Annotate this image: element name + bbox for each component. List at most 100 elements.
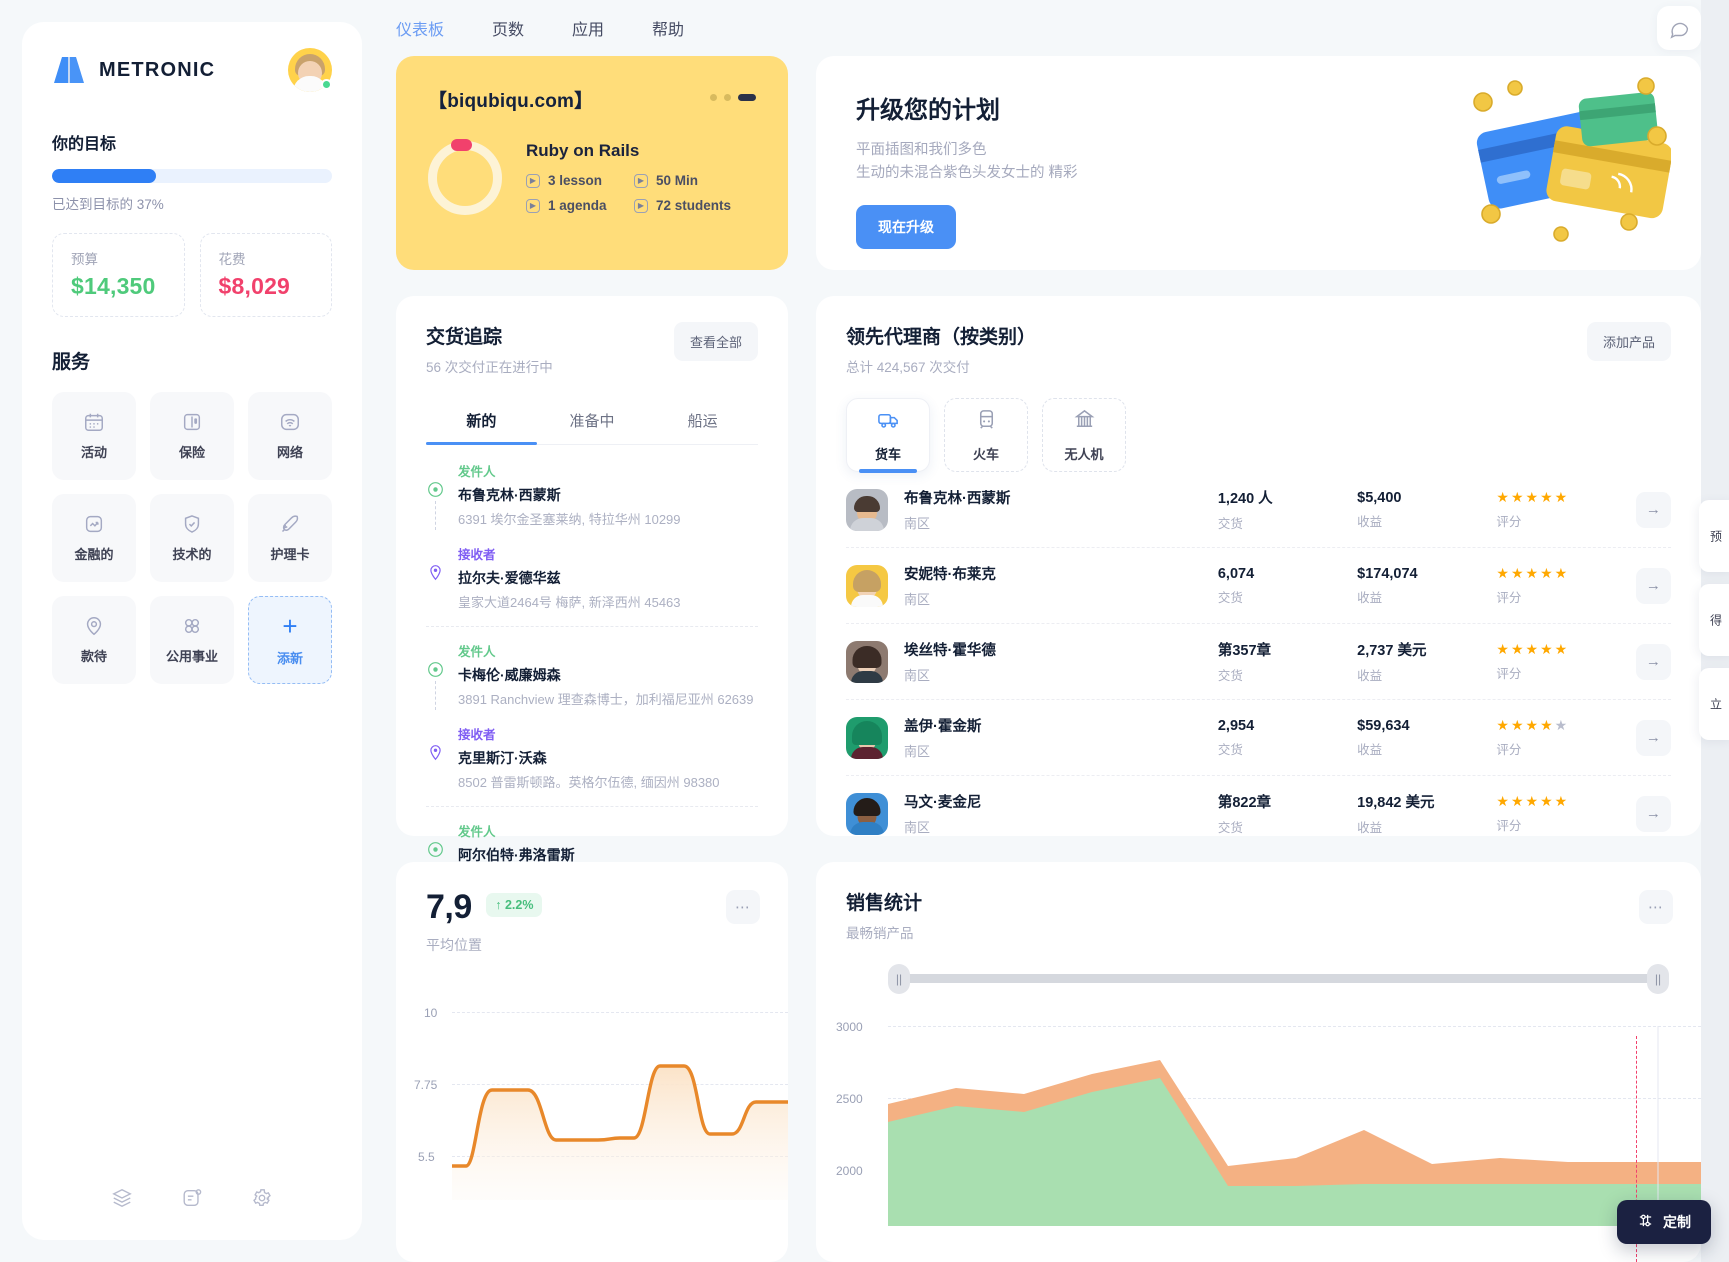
service-card-insurance[interactable]: 保险	[150, 392, 234, 480]
agent-revenue: $174,074	[1357, 565, 1418, 582]
mode-tab-drone[interactable]: 无人机	[1042, 398, 1126, 472]
chevron-right-icon: ▶	[634, 173, 648, 188]
customize-button[interactable]: 定制	[1617, 1200, 1711, 1244]
course-body: Ruby on Rails ▶ 3 lesson ▶ 50 Min ▶ 1 ag…	[428, 139, 756, 215]
goal-progress-bar	[52, 169, 332, 183]
table-row[interactable]: 布鲁克林·西蒙斯 南区 1,240 人 交货 $5,400 收益 ★ ★ ★ ★…	[846, 472, 1672, 548]
rating-label: 评分	[1496, 515, 1522, 529]
row-detail-arrow-icon[interactable]: →	[1635, 643, 1672, 680]
avatar[interactable]	[288, 48, 332, 92]
agent-rating-col: ★ ★ ★ ★ ★ 评分	[1496, 793, 1635, 834]
table-row[interactable]: 马文·麦金尼 南区 第822章 交货 19,842 美元 收益 ★ ★ ★ ★ …	[846, 776, 1672, 851]
row-detail-arrow-icon[interactable]: →	[1635, 719, 1672, 756]
nav-item-pages[interactable]: 页数	[492, 16, 524, 40]
service-card-technical[interactable]: 技术的	[150, 494, 234, 582]
rail-tab-2[interactable]: 得	[1699, 584, 1729, 656]
sliders-icon	[1637, 1212, 1654, 1232]
ellipsis-icon[interactable]: ⋯	[726, 890, 760, 924]
upgrade-now-button[interactable]: 现在升级	[856, 205, 956, 250]
services-title: 服务	[52, 352, 91, 373]
agent-revenue: 19,842 美元	[1357, 795, 1435, 811]
agent-name-col: 埃丝特·霍华德 南区	[904, 639, 1218, 684]
tab-new[interactable]: 新的	[426, 398, 537, 445]
sender-name: 布鲁克林·西蒙斯	[458, 487, 561, 503]
agent-revenue-col: 19,842 美元 收益	[1357, 791, 1496, 836]
topnav-right	[1657, 6, 1701, 50]
nav-item-apps[interactable]: 应用	[572, 16, 604, 40]
agents-header: 领先代理商（按类别） 总计 424,567 次交付 添加产品	[846, 322, 1671, 376]
deliveries-label: 交货	[1217, 517, 1243, 531]
delivery-from-info: 发件人 卡梅伦·威廉姆森 3891 Ranchview 理查森博士，加利福尼亚州…	[458, 641, 754, 710]
tab-preparing[interactable]: 准备中	[537, 398, 648, 444]
view-all-button[interactable]: 查看全部	[673, 322, 758, 361]
service-card-finance[interactable]: 金融的	[52, 494, 136, 582]
agent-rating-col: ★ ★ ★ ★ ★ 评分	[1496, 641, 1635, 682]
online-status-dot	[321, 79, 332, 90]
table-row[interactable]: 安妮特·布莱克 南区 6,074 交货 $174,074 收益 ★ ★ ★ ★ …	[846, 548, 1672, 624]
course-meta-label: 3 lesson	[548, 173, 603, 188]
customize-label: 定制	[1663, 1214, 1691, 1230]
chat-icon[interactable]	[1657, 6, 1701, 50]
receiver-name: 拉尔夫·爱德华兹	[458, 569, 561, 586]
rail-tab-3[interactable]: 立	[1699, 668, 1729, 740]
dashboard-app: METRONIC 你的目标 已达到目标的 37% 预算 $14,350 花费 $…	[0, 0, 1729, 1262]
destination-pin-icon	[429, 564, 441, 580]
row-detail-arrow-icon[interactable]: →	[1635, 567, 1672, 604]
sales-chart: 3000 2500 2000	[816, 1020, 1701, 1262]
service-card-utilities[interactable]: 公用事业	[150, 596, 234, 684]
carousel-dot[interactable]	[724, 94, 731, 101]
mode-tab-truck[interactable]: 货车	[846, 398, 930, 473]
add-product-button[interactable]: 添加产品	[1586, 322, 1671, 361]
service-card-network[interactable]: 网络	[248, 392, 332, 480]
receiver-address: 8502 普雷斯顿路。英格尔伍德, 缅因州 98380	[458, 774, 720, 790]
table-row[interactable]: 埃丝特·霍华德 南区 第357章 交货 2,737 美元 收益 ★ ★ ★ ★ …	[846, 624, 1672, 700]
agent-deliveries-col: 6,074 交货	[1218, 566, 1357, 606]
pin-column	[426, 641, 444, 710]
agent-rating-col: ★ ★ ★ ★ ★ 评分	[1496, 489, 1635, 530]
service-card-carecard[interactable]: 护理卡	[248, 494, 332, 582]
y-tick: 5.5	[418, 1150, 435, 1164]
agent-deliveries: 1,240 人	[1217, 491, 1273, 507]
delivery-from-row: 发件人 阿尔伯特·弗洛雷斯	[426, 821, 758, 865]
layers-icon[interactable]	[111, 1187, 133, 1214]
table-row[interactable]: 盖伊·霍金斯 南区 2,954 交货 $59,634 收益 ★ ★ ★ ★ ★ …	[846, 700, 1672, 776]
agent-deliveries: 第357章	[1217, 643, 1272, 659]
avatar	[846, 564, 888, 607]
revenue-label: 收益	[1357, 821, 1383, 835]
slider-track[interactable]	[896, 974, 1663, 983]
service-card-activity[interactable]: 活动	[52, 392, 136, 480]
carousel-dot[interactable]	[710, 94, 717, 101]
row-detail-arrow-icon[interactable]: →	[1635, 795, 1672, 832]
slider-handle-left[interactable]: ||	[888, 964, 910, 994]
slider-handle-right[interactable]: ||	[1647, 964, 1669, 994]
y-tick: 7.75	[414, 1078, 438, 1092]
agent-deliveries-col: 2,954 交货	[1218, 718, 1357, 758]
service-card-add-new[interactable]: + 添新	[248, 596, 332, 684]
course-meta-label: 50 Min	[656, 173, 699, 188]
ellipsis-icon[interactable]: ⋯	[1639, 890, 1673, 924]
note-icon[interactable]	[181, 1187, 203, 1214]
nav-item-dashboard[interactable]: 仪表板	[396, 16, 444, 40]
rail-tab-1[interactable]: 预	[1699, 500, 1729, 572]
sender-address: 3891 Ranchview 理查森博士，加利福尼亚州 62639	[458, 692, 754, 707]
row-detail-arrow-icon[interactable]: →	[1635, 491, 1672, 528]
pin-connector	[434, 681, 436, 710]
carousel-dots[interactable]	[710, 94, 756, 101]
gear-icon[interactable]	[251, 1187, 273, 1214]
mode-tab-train[interactable]: 火车	[944, 398, 1028, 472]
carousel-dot-active[interactable]	[738, 94, 756, 101]
agent-deliveries-col: 第822章 交货	[1218, 791, 1357, 836]
brand[interactable]: METRONIC	[52, 55, 215, 85]
agent-name: 马文·麦金尼	[904, 795, 982, 811]
tab-shipping[interactable]: 船运	[647, 398, 758, 444]
course-meta-item: ▶ 50 Min	[634, 173, 731, 188]
sales-range-slider[interactable]: || ||	[846, 964, 1671, 994]
agent-revenue-col: $5,400 收益	[1357, 490, 1496, 530]
sender-address: 6391 埃尔金圣塞莱纳, 特拉华州 10299	[458, 512, 681, 527]
delivery-tracking-card: 交货追踪 56 次交付正在进行中 查看全部 新的 准备中 船运 发件人 布鲁克林…	[396, 296, 788, 863]
delivery-from-info: 发件人 阿尔伯特·弗洛雷斯	[458, 821, 575, 865]
agents-title: 领先代理商（按类别）	[846, 327, 1037, 348]
avatar	[846, 488, 888, 531]
service-card-hospitality[interactable]: 款待	[52, 596, 136, 684]
nav-item-help[interactable]: 帮助	[652, 16, 684, 40]
